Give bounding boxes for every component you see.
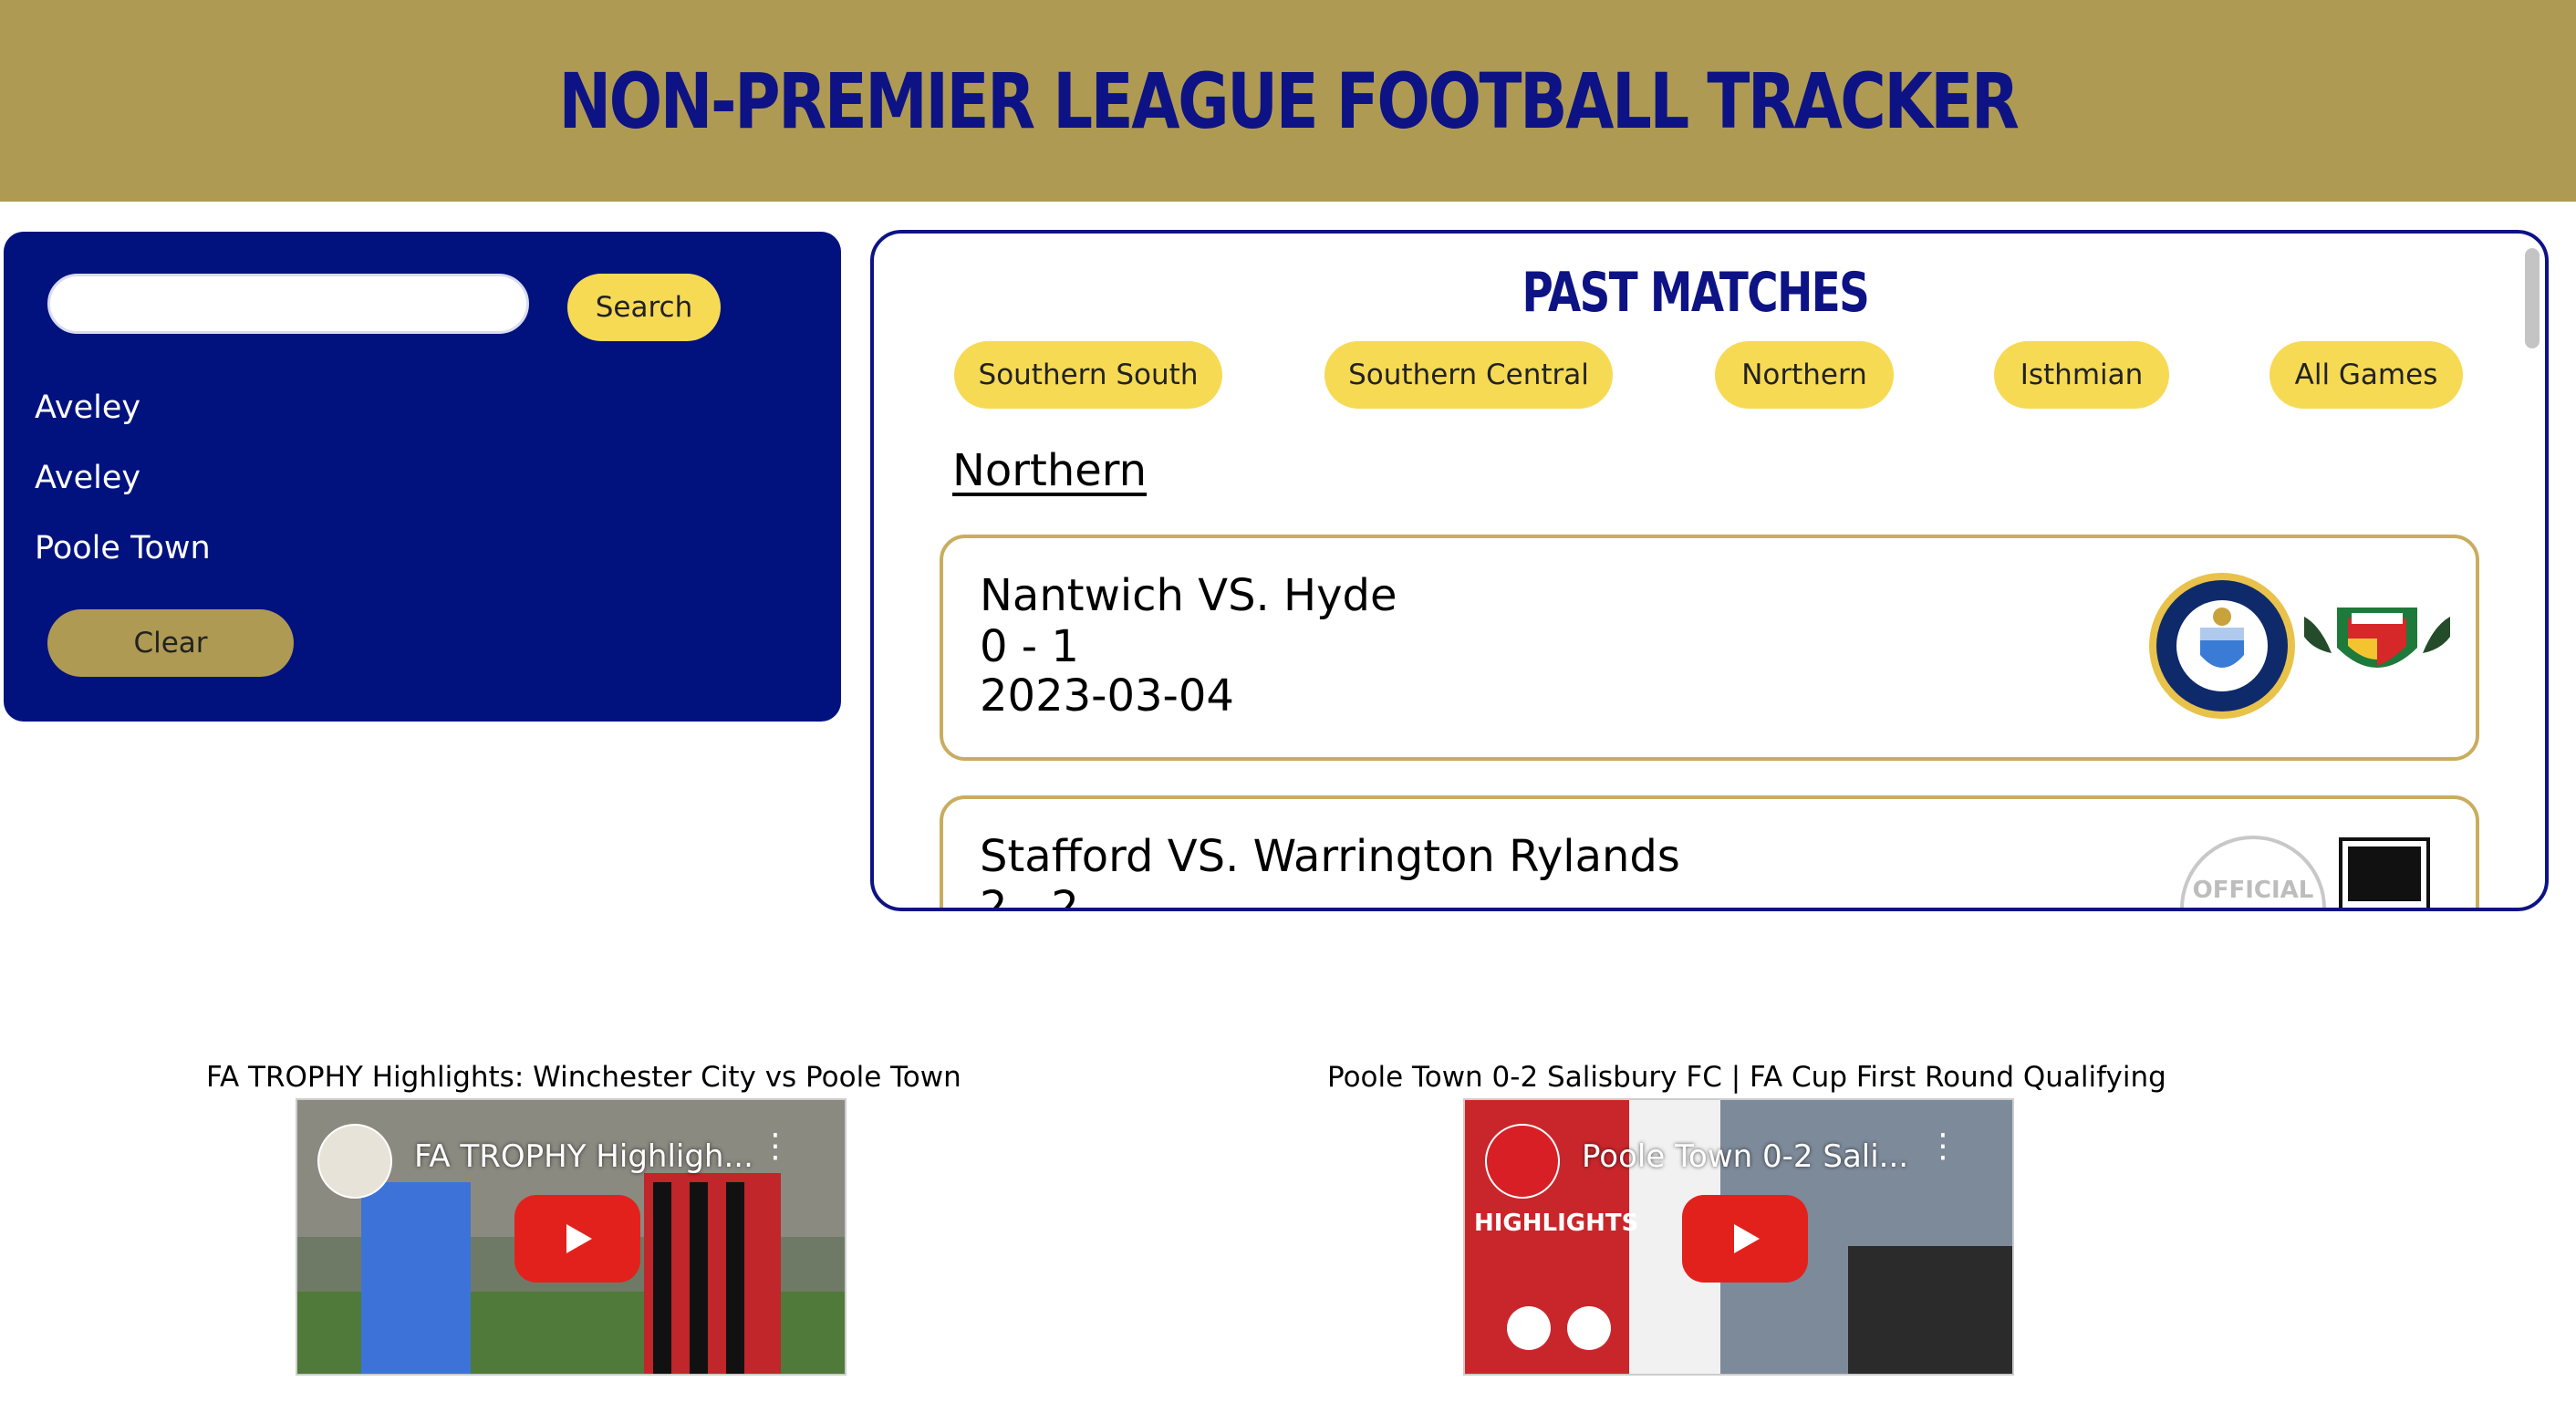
channel-avatar[interactable] <box>1485 1124 1560 1199</box>
video-caption: FA TROPHY Highlights: Winchester City vs… <box>206 1061 961 1094</box>
filter-northern[interactable]: Northern <box>1715 341 1894 409</box>
clear-button[interactable]: Clear <box>47 609 294 677</box>
filter-southern-south[interactable]: Southern South <box>954 341 1222 409</box>
match-score: 2 - 2 <box>980 882 1079 911</box>
play-button[interactable] <box>514 1195 640 1283</box>
match-date: 2023-03-04 <box>980 670 1234 722</box>
site-title: Non-Premier League Football Tracker <box>558 56 2020 146</box>
match-teams: Nantwich VS. Hyde <box>980 570 1397 621</box>
play-button[interactable] <box>1682 1195 1808 1283</box>
section-title: Northern <box>952 445 1148 496</box>
panel-scrollbar[interactable] <box>2525 248 2540 348</box>
video-overlay-title[interactable]: Poole Town 0-2 Sali... <box>1582 1138 1908 1175</box>
search-button[interactable]: Search <box>567 274 721 341</box>
result-item[interactable]: Aveley <box>35 455 211 525</box>
hyde-fc-logo <box>2149 573 2295 719</box>
video-overlay-title[interactable]: FA TROPHY Highligh... <box>414 1138 753 1175</box>
more-vert-icon[interactable]: ⋮ <box>1927 1130 1959 1163</box>
result-item[interactable]: Aveley <box>35 385 211 455</box>
youtube-embed[interactable]: FA TROPHY Highligh... ⋮ <box>296 1098 847 1376</box>
official-logo-text: OFFICIAL <box>2193 877 2314 904</box>
thumbnail-text: HIGHLIGHTS <box>1474 1210 1639 1237</box>
match-score: 0 - 1 <box>980 621 1079 672</box>
channel-avatar[interactable] <box>317 1124 392 1199</box>
video-caption: Poole Town 0-2 Salisbury FC | FA Cup Fir… <box>1327 1061 2166 1094</box>
nantwich-town-logo <box>2304 608 2450 668</box>
panel-title: Past Matches <box>1522 261 1869 325</box>
search-results: Aveley Aveley Poole Town <box>35 385 211 596</box>
filter-all-games[interactable]: All Games <box>2270 341 2463 409</box>
stafford-rangers-logo <box>2339 837 2430 908</box>
match-card[interactable]: Stafford VS. Warrington Rylands 2 - 2 OF… <box>940 795 2479 911</box>
match-card[interactable]: Nantwich VS. Hyde 0 - 1 2023-03-04 <box>940 535 2479 761</box>
site-header: Non-Premier League Football Tracker <box>0 0 2576 202</box>
search-input[interactable] <box>47 274 529 334</box>
past-matches-panel: Past Matches Southern South Southern Cen… <box>870 230 2549 911</box>
play-icon <box>566 1224 592 1253</box>
official-logo-placeholder: OFFICIAL <box>2180 836 2326 908</box>
match-teams: Stafford VS. Warrington Rylands <box>980 831 1680 882</box>
filter-southern-central[interactable]: Southern Central <box>1324 341 1613 409</box>
search-sidebar: Search Aveley Aveley Poole Town Clear <box>4 232 841 722</box>
youtube-embed[interactable]: HIGHLIGHTS Poole Town 0-2 Sali... ⋮ <box>1463 1098 2014 1376</box>
filter-isthmian[interactable]: Isthmian <box>1994 341 2169 409</box>
more-vert-icon[interactable]: ⋮ <box>759 1130 792 1163</box>
play-icon <box>1734 1224 1760 1253</box>
result-item[interactable]: Poole Town <box>35 525 211 596</box>
